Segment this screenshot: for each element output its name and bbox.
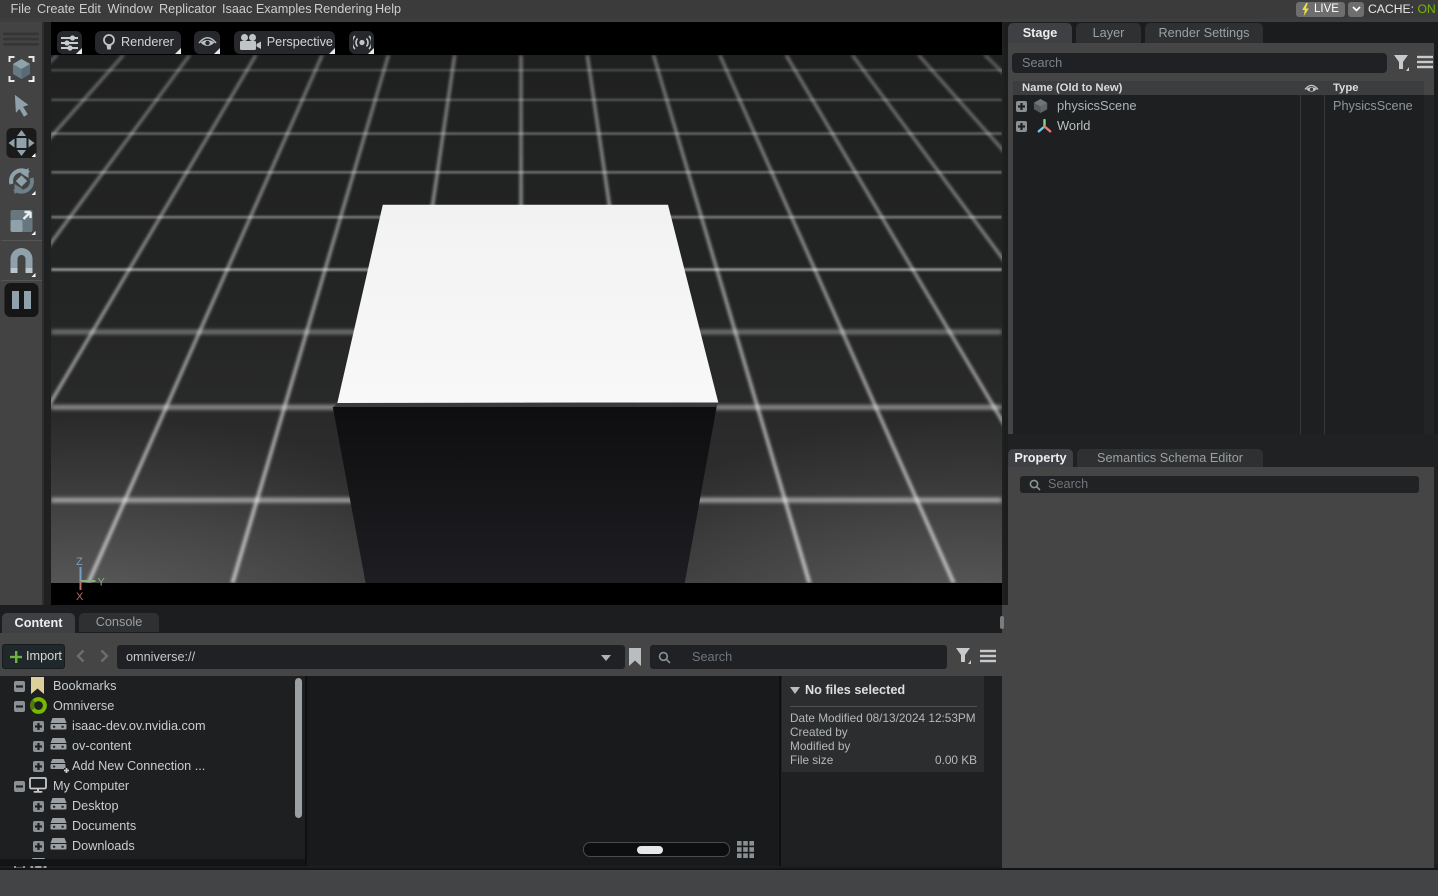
svg-text:Y: Y	[98, 577, 106, 589]
svg-text:X: X	[76, 591, 84, 603]
svg-text:Z: Z	[76, 556, 83, 568]
